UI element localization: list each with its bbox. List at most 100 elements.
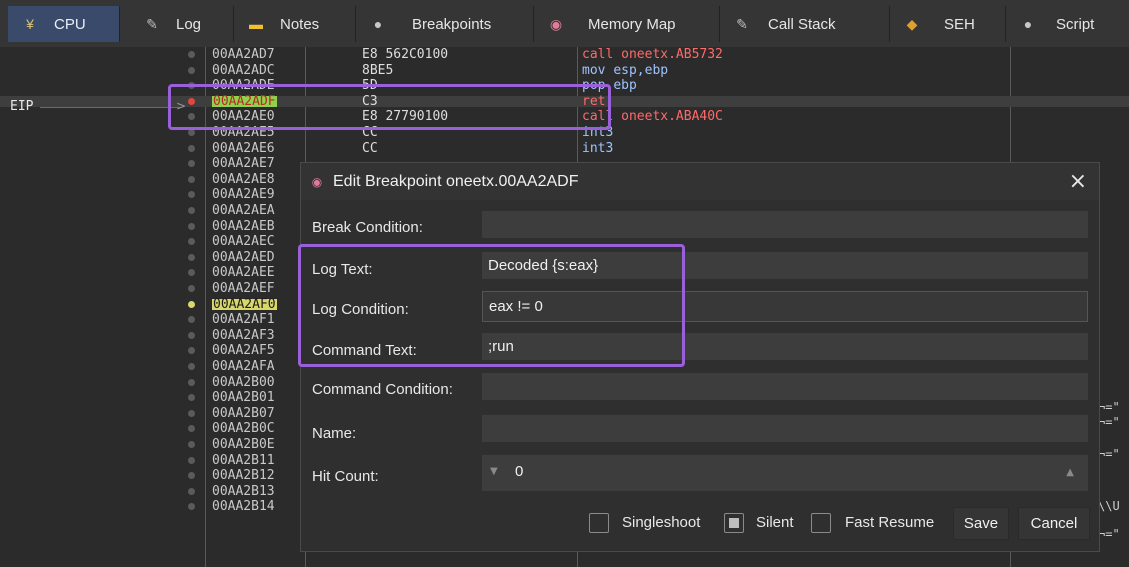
tab-seh[interactable]: ◆ SEH (890, 6, 1006, 42)
disasm-address: 00AA2B0C (212, 421, 275, 436)
disasm-address: 00AA2B00 (212, 375, 275, 390)
disasm-row[interactable]: 00AA2AE6 CC int3 (0, 141, 1129, 156)
tab-cpu[interactable]: ¥ CPU (8, 6, 120, 42)
breakpoint-slot[interactable] (188, 316, 195, 323)
disasm-instruction: mov esp,ebp (582, 63, 669, 78)
breakpoint-slot[interactable] (188, 191, 195, 198)
tab-call-stack[interactable]: ✎ Call Stack (720, 6, 890, 42)
breakpoint-slot[interactable] (188, 363, 195, 370)
disasm-address: 00AA2AF3 (212, 328, 275, 343)
tab-log[interactable]: ✎ Log (130, 6, 234, 42)
silent-label: Silent (756, 514, 794, 531)
breakpoint-slot[interactable] (188, 67, 195, 74)
breakpoint-slot[interactable] (188, 457, 195, 464)
name-input[interactable] (482, 415, 1088, 442)
tab-memory-map[interactable]: ◉ Memory Map (534, 6, 720, 42)
tab-breakpoints[interactable]: ● Breakpoints (356, 6, 534, 42)
tab-script[interactable]: ● Script (1006, 6, 1129, 42)
breakpoint-slot[interactable] (188, 394, 195, 401)
instruction-operand: ebp (613, 78, 637, 93)
save-button[interactable]: Save (953, 507, 1009, 540)
breakpoint-slot[interactable] (188, 301, 195, 308)
script-icon: ● (1023, 16, 1033, 32)
command-condition-input[interactable] (482, 373, 1088, 400)
disasm-address: 00AA2ADC (212, 63, 275, 78)
disasm-address: 00AA2AE8 (212, 172, 275, 187)
tab-label: Call Stack (768, 15, 836, 33)
comment-fragment: ¬=" (1098, 415, 1120, 429)
disasm-address: 00AA2AEE (212, 265, 275, 280)
highlight-log-fields (298, 244, 685, 367)
eip-line (40, 107, 180, 108)
spin-down-icon[interactable]: ▼ (490, 466, 498, 477)
instruction-operand: oneetx.ABA40C (621, 109, 723, 124)
disasm-bytes: CC (362, 141, 378, 156)
instruction-operand: oneetx.AB5732 (621, 47, 723, 62)
notes-icon: ▬ (249, 16, 263, 32)
hit-count-label: Hit Count: (312, 468, 379, 485)
breakpoint-slot[interactable] (188, 51, 195, 58)
break-condition-input[interactable] (482, 211, 1088, 238)
hit-count-spinbox[interactable]: ▼ 0 ▲ (482, 455, 1088, 491)
disasm-address: 00AA2AFA (212, 359, 275, 374)
disasm-address: 00AA2AE7 (212, 156, 275, 171)
breakpoint-slot[interactable] (188, 425, 195, 432)
dialog-title: Edit Breakpoint oneetx.00AA2ADF (333, 172, 579, 190)
singleshoot-checkbox[interactable] (589, 513, 609, 533)
breakpoint-slot[interactable] (188, 145, 195, 152)
cancel-button[interactable]: Cancel (1018, 507, 1090, 540)
comment-fragment: \\U (1098, 499, 1120, 513)
close-button[interactable]: × (1069, 169, 1087, 194)
tab-bar: ¥ CPU ✎ Log ▬ Notes ● Breakpoints ◉ Memo… (0, 0, 1129, 48)
breakpoint-slot[interactable] (188, 285, 195, 292)
spin-up-icon[interactable]: ▲ (1066, 467, 1074, 478)
breakpoint-slot[interactable] (188, 488, 195, 495)
fast-resume-checkbox[interactable] (811, 513, 831, 533)
breakpoint-slot[interactable] (188, 207, 195, 214)
breakpoint-slot[interactable] (188, 269, 195, 276)
cpu-icon: ¥ (26, 16, 34, 32)
breakpoint-slot[interactable] (188, 160, 195, 167)
disasm-address: 00AA2B01 (212, 390, 275, 405)
name-label: Name: (312, 425, 357, 442)
fast-resume-label: Fast Resume (845, 514, 935, 531)
tab-label: Script (1056, 15, 1095, 33)
disasm-address: 00AA2B0E (212, 437, 275, 452)
break-condition-label: Break Condition: (312, 219, 423, 236)
comment-fragment: ¬=" (1098, 400, 1120, 414)
breakpoint-slot[interactable] (188, 410, 195, 417)
disasm-address: 00AA2AD7 (212, 47, 275, 62)
instruction-mnemonic: mov (582, 63, 606, 78)
disasm-row[interactable]: 00AA2ADC 8BE5 mov esp,ebp (0, 63, 1129, 78)
disasm-address: 00AA2B07 (212, 406, 275, 421)
breakpoint-slot[interactable] (188, 254, 195, 261)
tab-notes[interactable]: ▬ Notes (234, 6, 356, 42)
tab-label: SEH (944, 15, 975, 33)
breakpoint-slot[interactable] (188, 441, 195, 448)
highlight-eip-row (168, 84, 611, 130)
hit-count-value: 0 (515, 463, 524, 480)
disasm-bytes: E8 562C0100 (362, 47, 449, 62)
breakpoint-slot[interactable] (188, 379, 195, 386)
disasm-address: 00AA2AE9 (212, 187, 275, 202)
disasm-row[interactable]: 00AA2AD7 E8 562C0100 call oneetx.AB5732 (0, 47, 1129, 62)
breakpoints-icon: ● (373, 16, 383, 32)
breakpoint-slot[interactable] (188, 347, 195, 354)
call-stack-icon: ✎ (736, 15, 748, 32)
dialog-titlebar: ◉ Edit Breakpoint oneetx.00AA2ADF × (301, 163, 1099, 200)
breakpoint-slot[interactable] (188, 223, 195, 230)
silent-checkbox[interactable] (724, 513, 744, 533)
eip-label: EIP (10, 99, 34, 114)
tab-label: CPU (54, 15, 86, 33)
disasm-address: 00AA2AED (212, 250, 275, 265)
breakpoint-slot[interactable] (188, 472, 195, 479)
instruction-mnemonic: call (582, 47, 614, 62)
breakpoint-slot[interactable] (188, 503, 195, 510)
seh-icon: ◆ (906, 15, 918, 32)
breakpoint-slot[interactable] (188, 129, 195, 136)
breakpoint-slot[interactable] (188, 238, 195, 245)
disasm-address: 00AA2AEC (212, 234, 275, 249)
breakpoint-slot[interactable] (188, 332, 195, 339)
instruction-operand: esp,ebp (613, 63, 669, 78)
breakpoint-slot[interactable] (188, 176, 195, 183)
